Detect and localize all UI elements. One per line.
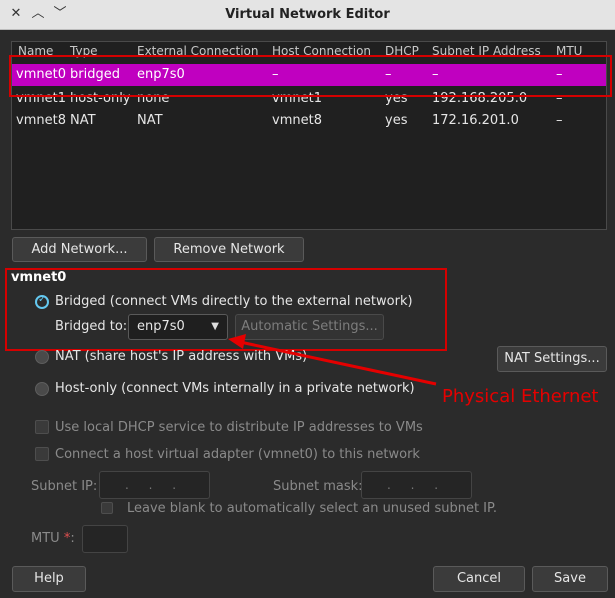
annotation-label: Physical Ethernet	[442, 386, 599, 407]
annotation-arrow	[228, 334, 437, 386]
